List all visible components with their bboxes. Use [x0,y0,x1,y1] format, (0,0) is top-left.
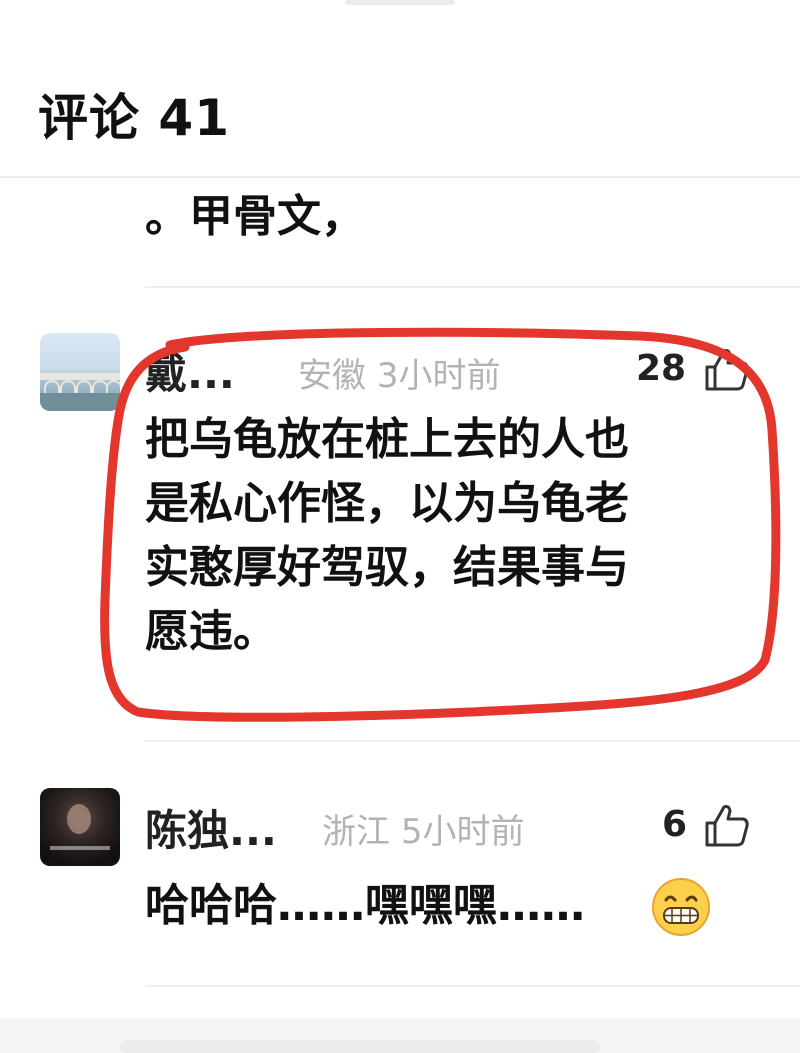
comment-body-line: 愿违。 [145,606,277,657]
comment-time: 3小时前 [376,356,501,396]
grinning-face-emoji [652,878,710,936]
avatar[interactable] [40,333,120,411]
comment-meta: 浙江 5小时前 [322,804,524,853]
comments-header-title: 评论 41 [38,89,230,147]
like-count: 6 [662,804,688,845]
thumbs-up-icon[interactable] [703,801,751,849]
header-divider [0,176,800,178]
comment-body-line: 是私心作怪，以为乌龟老 [145,478,629,529]
comment-body-line: 把乌龟放在桩上去的人也 [145,414,629,465]
comment-body-line: 实憨厚好驾驭，结果事与 [145,542,629,593]
comment-divider [145,740,800,742]
comment-location: 安徽 [298,356,366,396]
like-count: 28 [636,348,687,389]
avatar[interactable] [40,788,120,866]
comment-user-name[interactable]: 陈独... [145,797,277,858]
comment-input-field[interactable] [120,1040,600,1053]
comment-body: 把乌龟放在桩上去的人也 是私心作怪，以为乌龟老 实憨厚好驾驭，结果事与 愿违。 [145,408,775,664]
comment-divider [145,286,800,288]
comment-divider [145,985,800,987]
comment-page: 评论 41 。甲骨文， 戴... 安徽 3小时前 28 把乌龟放在桩上去的人也 … [0,0,800,1053]
comment-user-name[interactable]: 戴... [145,340,235,401]
comment-location: 浙江 [322,812,390,852]
comment-body: 哈哈哈……嘿嘿嘿…… [145,880,585,931]
thumbs-up-icon[interactable] [703,345,751,393]
comment-meta: 安徽 3小时前 [298,348,500,397]
previous-comment-text: 。甲骨文， [145,191,365,242]
sheet-drag-handle[interactable] [345,0,455,5]
comment-time: 5小时前 [400,812,525,852]
